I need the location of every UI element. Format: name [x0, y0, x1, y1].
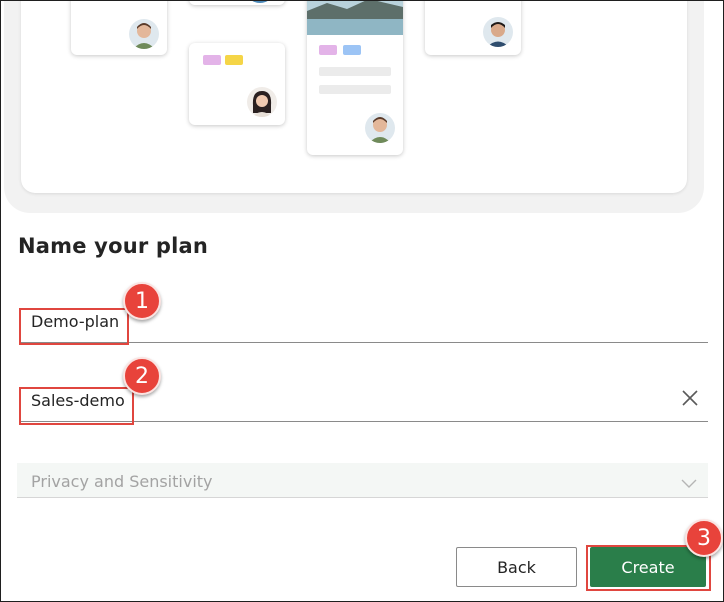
label-tag	[343, 45, 361, 55]
callout-badge-2: 2	[123, 357, 161, 395]
label-tag	[203, 55, 221, 65]
label-tag	[225, 55, 243, 65]
close-icon[interactable]	[681, 389, 699, 407]
avatar	[245, 1, 275, 3]
illustration-card	[425, 1, 521, 55]
avatar	[129, 19, 159, 49]
page-title: Name your plan	[18, 234, 209, 258]
avatar	[483, 17, 513, 47]
illustration-card	[71, 1, 167, 55]
avatar	[365, 113, 395, 143]
privacy-select[interactable]: Privacy and Sensitivity	[17, 463, 708, 498]
avatar	[247, 87, 277, 117]
callout-highlight	[19, 308, 129, 345]
placeholder-line	[319, 85, 391, 94]
plan-illustration	[21, 1, 687, 193]
illustration-card	[189, 1, 285, 5]
chevron-down-icon	[681, 474, 697, 488]
card-image	[307, 1, 403, 35]
illustration-card	[307, 1, 403, 155]
placeholder-line	[319, 67, 391, 76]
illustration-card	[189, 43, 285, 125]
callout-badge-3: 3	[685, 519, 723, 557]
callout-badge-1: 1	[123, 282, 161, 320]
create-plan-dialog: Name your plan Demo-plan Sales-demo Priv…	[0, 0, 724, 602]
privacy-placeholder: Privacy and Sensitivity	[31, 472, 213, 491]
label-tag	[319, 45, 337, 55]
callout-highlight	[19, 387, 134, 425]
back-button[interactable]: Back	[456, 547, 577, 587]
